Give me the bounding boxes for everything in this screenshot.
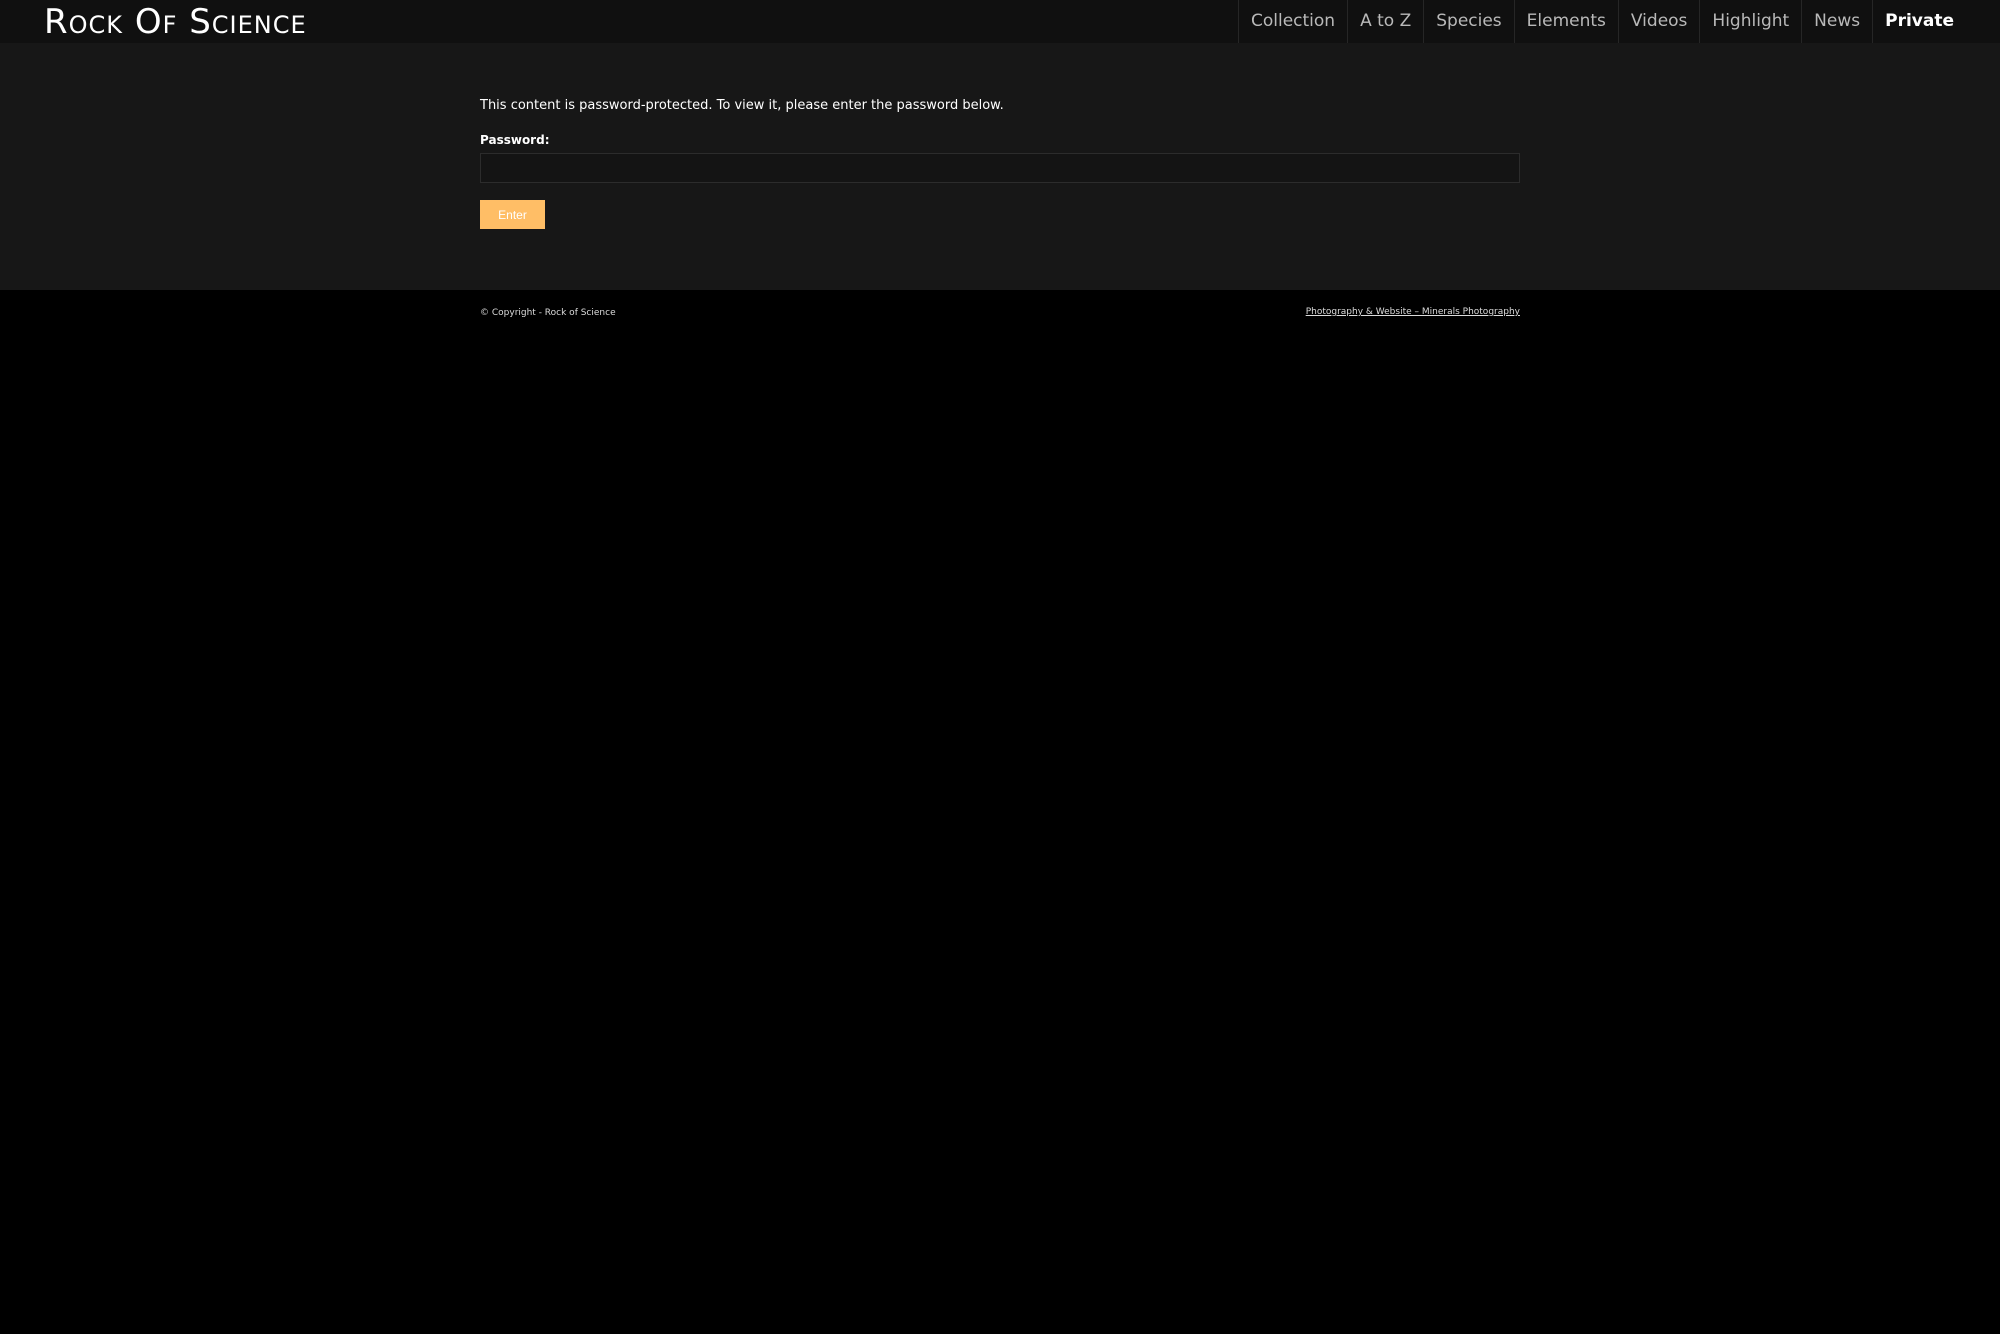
site-logo[interactable]: Rock Of Science: [44, 0, 307, 43]
nav-item-a-to-z[interactable]: A to Z: [1347, 0, 1423, 43]
nav-item-news[interactable]: News: [1801, 0, 1872, 43]
password-input[interactable]: [480, 153, 1520, 183]
main-content: This content is password-protected. To v…: [0, 43, 2000, 290]
nav-item-videos[interactable]: Videos: [1617, 0, 1700, 43]
nav-item-species[interactable]: Species: [1423, 0, 1513, 43]
copyright-text: © Copyright - Rock of Science: [480, 308, 616, 318]
nav-item-highlight[interactable]: Highlight: [1699, 0, 1801, 43]
main-nav: Collection A to Z Species Elements Video…: [1237, 0, 1966, 43]
credit-link[interactable]: Photography & Website – Minerals Photogr…: [1306, 307, 1520, 317]
password-label: Password:: [480, 133, 550, 147]
nav-item-elements[interactable]: Elements: [1513, 0, 1618, 43]
enter-button[interactable]: Enter: [480, 200, 545, 229]
site-footer: © Copyright - Rock of Science Photograph…: [0, 290, 2000, 336]
password-notice: This content is password-protected. To v…: [480, 98, 1004, 113]
site-header: Rock Of Science Collection A to Z Specie…: [0, 0, 2000, 43]
nav-item-private[interactable]: Private: [1872, 0, 1966, 43]
nav-item-collection[interactable]: Collection: [1237, 0, 1347, 43]
